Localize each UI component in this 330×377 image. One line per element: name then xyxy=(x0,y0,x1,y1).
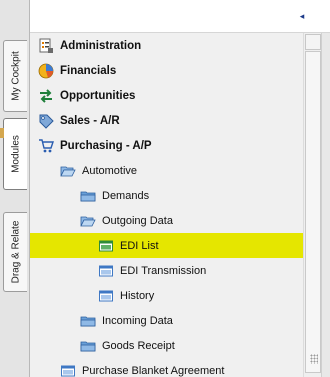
tab-drag-and-relate-label: Drag & Relate xyxy=(10,220,21,284)
open-folder-icon xyxy=(80,213,96,229)
tree-item-label: Demands xyxy=(102,189,150,202)
tree-item-opportunities[interactable]: Opportunities xyxy=(30,83,303,108)
sales-icon xyxy=(38,113,54,129)
tree-item-label: Purchasing - A/P xyxy=(60,139,152,152)
tree-item-demands[interactable]: Demands xyxy=(30,183,303,208)
tree-item-label: Goods Receipt xyxy=(102,339,175,352)
tree-item-outgoing-data[interactable]: Outgoing Data xyxy=(30,208,303,233)
tree-item-label: Outgoing Data xyxy=(102,214,173,227)
tree-item-label: Financials xyxy=(60,64,117,77)
tab-modules-label: Modules xyxy=(10,135,21,173)
tree-item-goods-receipt[interactable]: Goods Receipt xyxy=(30,333,303,358)
vertical-scrollbar[interactable] xyxy=(303,33,322,377)
tree-item-edi-transmission[interactable]: EDI Transmission xyxy=(30,258,303,283)
tree-item-label: Incoming Data xyxy=(102,314,173,327)
folder-icon xyxy=(80,313,96,329)
tree-item-label: Administration xyxy=(60,39,142,52)
tree-item-history[interactable]: History xyxy=(30,283,303,308)
scrollbar-thumb[interactable] xyxy=(305,51,321,373)
tree-item-financials[interactable]: Financials xyxy=(30,58,303,83)
active-tab-marker xyxy=(0,128,4,138)
tab-my-cockpit[interactable]: My Cockpit xyxy=(3,40,27,112)
tree-item-automotive[interactable]: Automotive xyxy=(30,158,303,183)
tab-my-cockpit-label: My Cockpit xyxy=(10,51,21,101)
tab-drag-and-relate[interactable]: Drag & Relate xyxy=(3,212,27,292)
form-icon xyxy=(98,263,114,279)
tree-item-label: Sales - A/R xyxy=(60,114,120,127)
open-folder-icon xyxy=(60,163,76,179)
form-icon xyxy=(98,238,114,254)
tree-item-label: History xyxy=(120,289,155,302)
modules-tree: Administration Financials Opportunities xyxy=(30,33,303,377)
tree-item-purchase-blanket-agreement[interactable]: Purchase Blanket Agreement xyxy=(30,358,303,377)
side-tab-rail: My Cockpit Modules Drag & Relate xyxy=(0,0,30,377)
tree-item-label: Automotive xyxy=(82,164,138,177)
tree-item-label: EDI Transmission xyxy=(120,264,207,277)
panel-header: ◂ xyxy=(30,0,330,33)
tree-item-sales-ar[interactable]: Sales - A/R xyxy=(30,108,303,133)
tab-modules[interactable]: Modules xyxy=(3,118,27,190)
tree-item-administration[interactable]: Administration xyxy=(30,33,303,58)
folder-icon xyxy=(80,338,96,354)
folder-icon xyxy=(80,188,96,204)
financials-icon xyxy=(38,63,54,79)
tree-item-label: EDI List xyxy=(120,239,159,252)
form-icon xyxy=(60,363,76,377)
scroll-up-button[interactable] xyxy=(305,34,321,50)
tree-item-incoming-data[interactable]: Incoming Data xyxy=(30,308,303,333)
tree-item-purchasing-ap[interactable]: Purchasing - A/P xyxy=(30,133,303,158)
form-icon xyxy=(98,288,114,304)
collapse-arrow-icon[interactable]: ◂ xyxy=(296,10,308,22)
scrollbar-grip-icon xyxy=(310,354,318,364)
tree-item-edi-list[interactable]: EDI List xyxy=(30,233,303,258)
purchasing-cart-icon xyxy=(38,138,54,154)
opportunities-icon xyxy=(38,88,54,104)
panel-edge xyxy=(321,33,330,377)
administration-icon xyxy=(38,38,54,54)
tree-item-label: Purchase Blanket Agreement xyxy=(82,364,225,377)
tree-item-label: Opportunities xyxy=(60,89,136,102)
